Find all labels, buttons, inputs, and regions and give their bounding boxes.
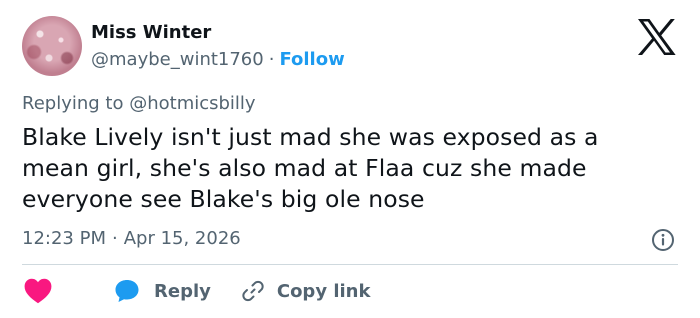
reply-label: Reply xyxy=(154,280,211,302)
reply-button[interactable]: Reply xyxy=(114,279,211,303)
replying-to: Replying to @hotmicsbilly xyxy=(22,93,256,114)
copy-link-button[interactable]: Copy link xyxy=(241,279,371,303)
link-icon xyxy=(242,280,264,302)
tweet-body-line: Blake Lively isn't just mad she was expo… xyxy=(22,123,599,151)
handle-separator: · xyxy=(268,49,275,70)
date-separator: · xyxy=(111,228,118,249)
reply-bubble-icon xyxy=(115,280,139,302)
x-logo-icon[interactable] xyxy=(636,19,676,55)
author-handle-row: @maybe_wint1760 · Follow xyxy=(91,49,345,70)
tweet-date: Apr 15, 2026 xyxy=(123,228,241,249)
author-handle[interactable]: @maybe_wint1760 xyxy=(91,49,264,70)
avatar[interactable] xyxy=(22,16,82,76)
replying-prefix: Replying to xyxy=(22,93,124,114)
replying-mention-link[interactable]: @hotmicsbilly xyxy=(129,93,255,114)
tweet-body-line: mean girl, she's also mad at Flaa cuz sh… xyxy=(22,154,587,182)
action-bar: Reply Copy link xyxy=(22,276,370,306)
author-display-name[interactable]: Miss Winter xyxy=(91,22,211,43)
tweet-time: 12:23 PM xyxy=(22,228,106,249)
tweet-body: Blake Lively isn't just mad she was expo… xyxy=(22,122,682,215)
follow-button[interactable]: Follow xyxy=(279,49,344,70)
tweet-timestamp[interactable]: 12:23 PM · Apr 15, 2026 xyxy=(22,228,241,249)
heart-icon[interactable] xyxy=(24,278,52,304)
divider xyxy=(22,264,678,265)
tweet-body-line: everyone see Blake's big ole nose xyxy=(22,185,425,213)
copy-link-label: Copy link xyxy=(276,280,371,302)
info-icon[interactable] xyxy=(651,228,675,252)
